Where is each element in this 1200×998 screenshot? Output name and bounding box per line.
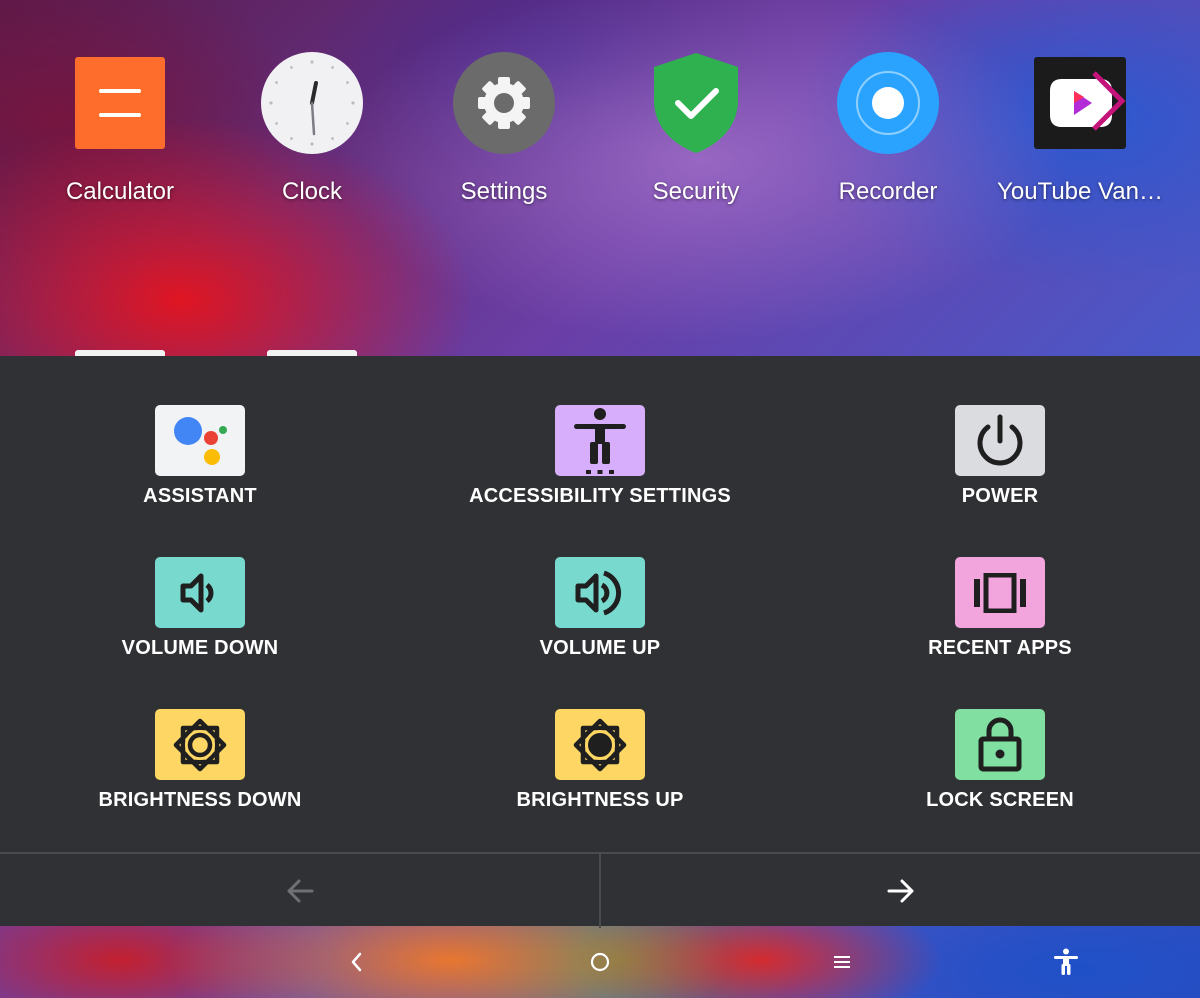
app-youtube-vanced[interactable]: YouTube Van… <box>984 52 1176 212</box>
power-icon <box>955 405 1045 476</box>
app-label: Calculator <box>65 178 175 205</box>
arrow-left-icon <box>287 879 313 903</box>
menu-item-brightness-down[interactable]: BRIGHTNESS DOWN <box>0 660 400 812</box>
menu-item-label: BRIGHTNESS DOWN <box>98 789 302 811</box>
menu-item-lock-screen[interactable]: LOCK SCREEN <box>800 660 1200 812</box>
menu-item-accessibility-settings[interactable]: ACCESSIBILITY SETTINGS <box>400 356 800 508</box>
app-clock[interactable]: Clock <box>216 52 408 212</box>
menu-item-label: VOLUME UP <box>539 637 661 659</box>
calculator-icon <box>69 52 171 154</box>
menu-item-label: LOCK SCREEN <box>926 789 1074 811</box>
home-button[interactable] <box>580 942 620 982</box>
navigation-bar <box>0 926 1200 998</box>
recents-button[interactable] <box>822 942 862 982</box>
brightness-down-icon <box>155 709 245 780</box>
settings-gear-icon <box>453 52 555 154</box>
clock-icon <box>261 52 363 154</box>
youtube-vanced-icon <box>1029 52 1131 154</box>
brightness-up-icon <box>555 709 645 780</box>
accessibility-menu-grid: ASSISTANT ACCESSIBILITY SETTINGS POWER V… <box>0 356 1200 852</box>
volume-up-icon <box>555 557 645 628</box>
menu-item-label: BRIGHTNESS UP <box>516 789 684 811</box>
recorder-icon <box>837 52 939 154</box>
menu-item-volume-down[interactable]: VOLUME DOWN <box>0 508 400 660</box>
menu-pager <box>0 852 1200 928</box>
accessibility-icon <box>1054 948 1078 975</box>
menu-item-volume-up[interactable]: VOLUME UP <box>400 508 800 660</box>
screen: Calculator Clock Settings Security Recor… <box>0 0 1200 998</box>
menu-item-recent-apps[interactable]: RECENT APPS <box>800 508 1200 660</box>
volume-down-icon <box>155 557 245 628</box>
menu-item-label: VOLUME DOWN <box>121 637 279 659</box>
accessibility-person-icon <box>555 405 645 476</box>
app-calculator[interactable]: Calculator <box>24 52 216 212</box>
menu-item-power[interactable]: POWER <box>800 356 1200 508</box>
back-button[interactable] <box>336 942 376 982</box>
app-recorder[interactable]: Recorder <box>792 52 984 212</box>
arrow-right-icon <box>887 879 913 903</box>
app-label: Recorder <box>838 178 938 205</box>
app-security[interactable]: Security <box>600 52 792 212</box>
menu-item-label: RECENT APPS <box>928 637 1072 659</box>
security-shield-icon <box>645 52 747 154</box>
menu-item-label: ASSISTANT <box>143 485 257 507</box>
assistant-icon <box>155 405 245 476</box>
menu-item-assistant[interactable]: ASSISTANT <box>0 356 400 508</box>
recent-apps-icon <box>955 557 1045 628</box>
app-label: Security <box>652 178 740 205</box>
next-page-button[interactable] <box>601 854 1200 928</box>
menu-lines-icon <box>834 956 850 968</box>
menu-item-brightness-up[interactable]: BRIGHTNESS UP <box>400 660 800 812</box>
home-circle-icon <box>590 952 610 972</box>
app-settings[interactable]: Settings <box>408 52 600 212</box>
back-chevron-icon <box>351 952 362 972</box>
accessibility-menu: ASSISTANT ACCESSIBILITY SETTINGS POWER V… <box>0 356 1200 928</box>
lock-icon <box>955 709 1045 780</box>
accessibility-button[interactable] <box>1046 942 1086 982</box>
app-label: Settings <box>460 178 548 205</box>
previous-page-button[interactable] <box>0 854 599 928</box>
app-label: Clock <box>281 178 342 205</box>
app-label: YouTube Van… <box>997 178 1163 205</box>
menu-item-label: POWER <box>961 485 1039 507</box>
menu-item-label: ACCESSIBILITY SETTINGS <box>469 485 731 507</box>
